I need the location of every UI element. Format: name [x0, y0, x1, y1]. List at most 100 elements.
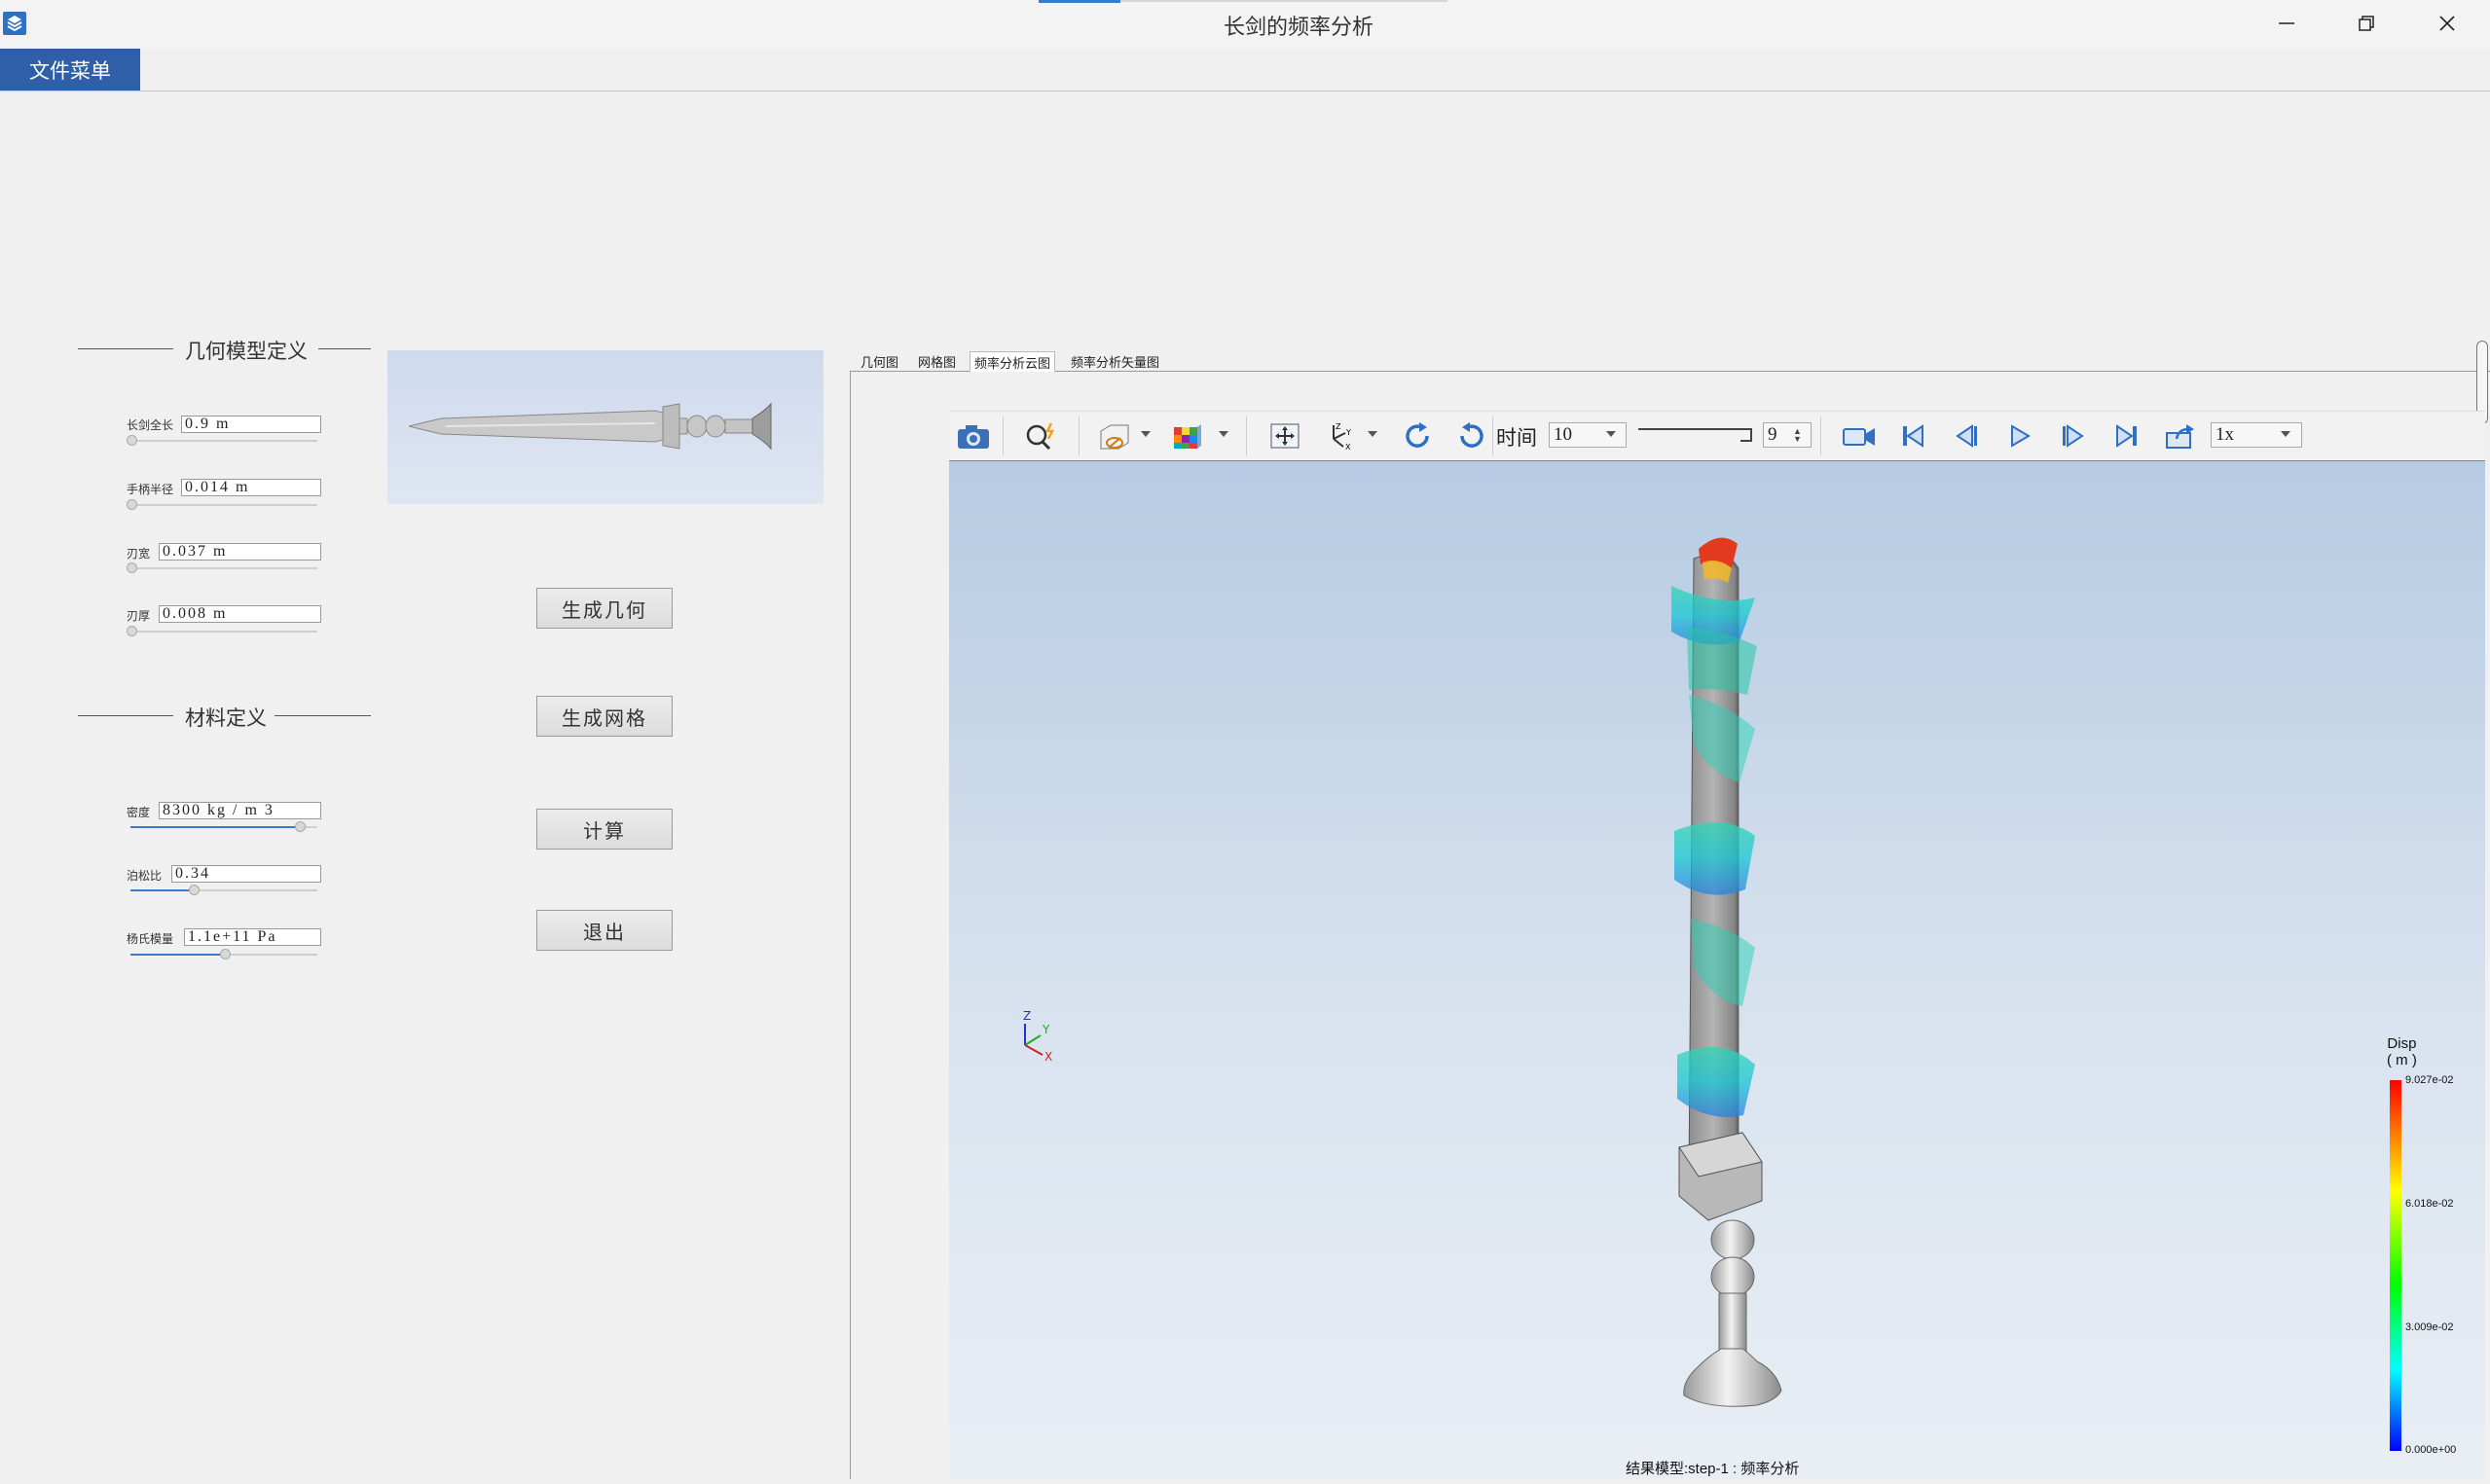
- restore-button[interactable]: [2332, 6, 2400, 41]
- play-icon: [2011, 424, 2031, 448]
- time-slider[interactable]: [1638, 428, 1751, 430]
- screenshot-button[interactable]: [954, 418, 993, 453]
- density-slider-fill: [130, 826, 299, 828]
- divider: [275, 715, 371, 716]
- tab-geometry[interactable]: 几何图: [857, 351, 902, 371]
- color-map-dropdown-arrow[interactable]: [1219, 431, 1228, 437]
- blade-thickness-input[interactable]: 0.008 m: [159, 605, 321, 623]
- camera-icon: [958, 425, 989, 449]
- speed-dropdown-arrow[interactable]: [2281, 431, 2290, 437]
- divider: [318, 348, 371, 349]
- blade-width-slider-handle[interactable]: [127, 562, 137, 573]
- param-label-length: 长剑全长: [127, 418, 174, 432]
- length-input[interactable]: 0.9 m: [181, 416, 321, 433]
- play-button[interactable]: [2000, 418, 2039, 453]
- youngs-modulus-slider-handle[interactable]: [220, 949, 231, 959]
- title-accent-line-gray: [1120, 0, 1447, 2]
- legend-max: 9.027e-02: [2405, 1074, 2454, 1086]
- blade-thickness-slider[interactable]: [130, 631, 317, 633]
- tab-mesh[interactable]: 网格图: [914, 351, 960, 371]
- last-frame-button[interactable]: [2107, 418, 2146, 453]
- axis-z-label: Z: [1023, 1009, 1031, 1023]
- poisson-input[interactable]: 0.34: [171, 865, 321, 883]
- speed-value: 1x: [2215, 424, 2234, 445]
- prev-frame-button[interactable]: [1947, 418, 1986, 453]
- param-label-poisson: 泊松比: [127, 869, 163, 883]
- axes-dropdown-arrow[interactable]: [1368, 431, 1377, 437]
- spinbox-arrows-icon[interactable]: ▲ ▼: [1793, 427, 1802, 444]
- param-label-density: 密度: [127, 806, 151, 819]
- legend-min: 0.000e+00: [2405, 1444, 2457, 1456]
- close-button[interactable]: [2413, 6, 2481, 41]
- time-slider-handle[interactable]: [1740, 428, 1752, 442]
- toolbar-separator: [1079, 416, 1080, 455]
- clip-box-icon: [1100, 424, 1129, 450]
- frame-value: 9: [1768, 424, 1777, 445]
- blade-width-input[interactable]: 0.037 m: [159, 543, 321, 561]
- handle-radius-slider-handle[interactable]: [127, 499, 137, 510]
- blade-thickness-slider-handle[interactable]: [127, 626, 137, 636]
- param-label-blade-width: 刃宽: [127, 547, 151, 561]
- rotate-ccw-button[interactable]: [1452, 418, 1491, 453]
- sword-result-model: Z Y X: [1023, 537, 1782, 1407]
- axes-orientation-button[interactable]: ZYX: [1320, 418, 1359, 453]
- toolbar-separator: [1003, 416, 1004, 455]
- exit-button[interactable]: 退出: [536, 910, 673, 951]
- length-slider-handle[interactable]: [127, 435, 137, 446]
- fit-view-icon: [1270, 423, 1300, 449]
- compute-button[interactable]: 计算: [536, 809, 673, 850]
- handle-radius-input[interactable]: 0.014 m: [181, 479, 321, 496]
- time-dropdown-arrow[interactable]: [1606, 431, 1616, 437]
- result-viewport[interactable]: Z Y X: [949, 460, 2485, 1479]
- youngs-modulus-slider-fill: [130, 954, 224, 956]
- clip-dropdown-arrow[interactable]: [1141, 431, 1151, 437]
- clip-button[interactable]: [1095, 418, 1134, 453]
- poisson-slider-handle[interactable]: [189, 885, 200, 895]
- axes-triad: Z Y X: [1023, 1009, 1052, 1064]
- svg-text:Z: Z: [1336, 422, 1341, 431]
- legend-title: Disp ( m ): [2387, 1035, 2417, 1068]
- minimize-button[interactable]: [2252, 6, 2321, 41]
- toolbar-separator: [1820, 416, 1821, 455]
- rotate-cw-icon: [1406, 422, 1429, 448]
- length-slider[interactable]: [130, 440, 317, 442]
- legend-mid-low: 3.009e-02: [2405, 1321, 2454, 1333]
- color-map-button[interactable]: [1168, 418, 1207, 453]
- youngs-modulus-input[interactable]: 1.1e+11 Pa: [184, 928, 321, 946]
- menu-divider: [0, 90, 2490, 91]
- export-button[interactable]: [2161, 418, 2200, 453]
- toolbar-separator: [1246, 416, 1247, 455]
- record-icon: [1843, 428, 1875, 446]
- file-menu-button[interactable]: 文件菜单: [0, 49, 140, 91]
- handle-radius-slider[interactable]: [130, 504, 317, 506]
- blade-width-slider[interactable]: [130, 567, 317, 569]
- legend-title-line1: Disp: [2387, 1035, 2417, 1052]
- density-input[interactable]: 8300 kg / m 3: [159, 802, 321, 819]
- last-frame-icon: [2116, 424, 2137, 448]
- export-icon: [2166, 424, 2194, 449]
- generate-geometry-button[interactable]: 生成几何: [536, 588, 673, 629]
- frame-spinbox[interactable]: 9: [1763, 422, 1812, 448]
- next-frame-button[interactable]: [2054, 418, 2093, 453]
- poisson-slider-fill: [130, 889, 194, 891]
- rotate-cw-button[interactable]: [1398, 418, 1437, 453]
- param-label-blade-thickness: 刃厚: [127, 609, 151, 623]
- restore-icon: [2359, 16, 2374, 31]
- record-button[interactable]: [1840, 418, 1879, 453]
- close-icon: [2439, 16, 2455, 31]
- geometry-preview: [387, 350, 824, 504]
- legend-title-line2: ( m ): [2387, 1052, 2417, 1068]
- time-label: 时间: [1496, 426, 1537, 450]
- tab-frequency-vector[interactable]: 频率分析矢量图: [1067, 351, 1163, 371]
- generate-mesh-button[interactable]: 生成网格: [536, 696, 673, 737]
- next-frame-icon: [2063, 424, 2084, 448]
- density-slider-handle[interactable]: [295, 821, 306, 832]
- axis-y-label: Y: [1042, 1023, 1050, 1036]
- first-frame-button[interactable]: [1893, 418, 1932, 453]
- zoom-box-button[interactable]: [1022, 418, 1061, 453]
- param-label-youngs-modulus: 杨氏模量: [127, 932, 174, 946]
- param-label-handle-radius: 手柄半径: [127, 483, 174, 496]
- tab-frequency-contour[interactable]: 频率分析云图: [970, 351, 1056, 372]
- minimize-icon: [2279, 22, 2294, 24]
- fit-view-button[interactable]: [1265, 418, 1304, 453]
